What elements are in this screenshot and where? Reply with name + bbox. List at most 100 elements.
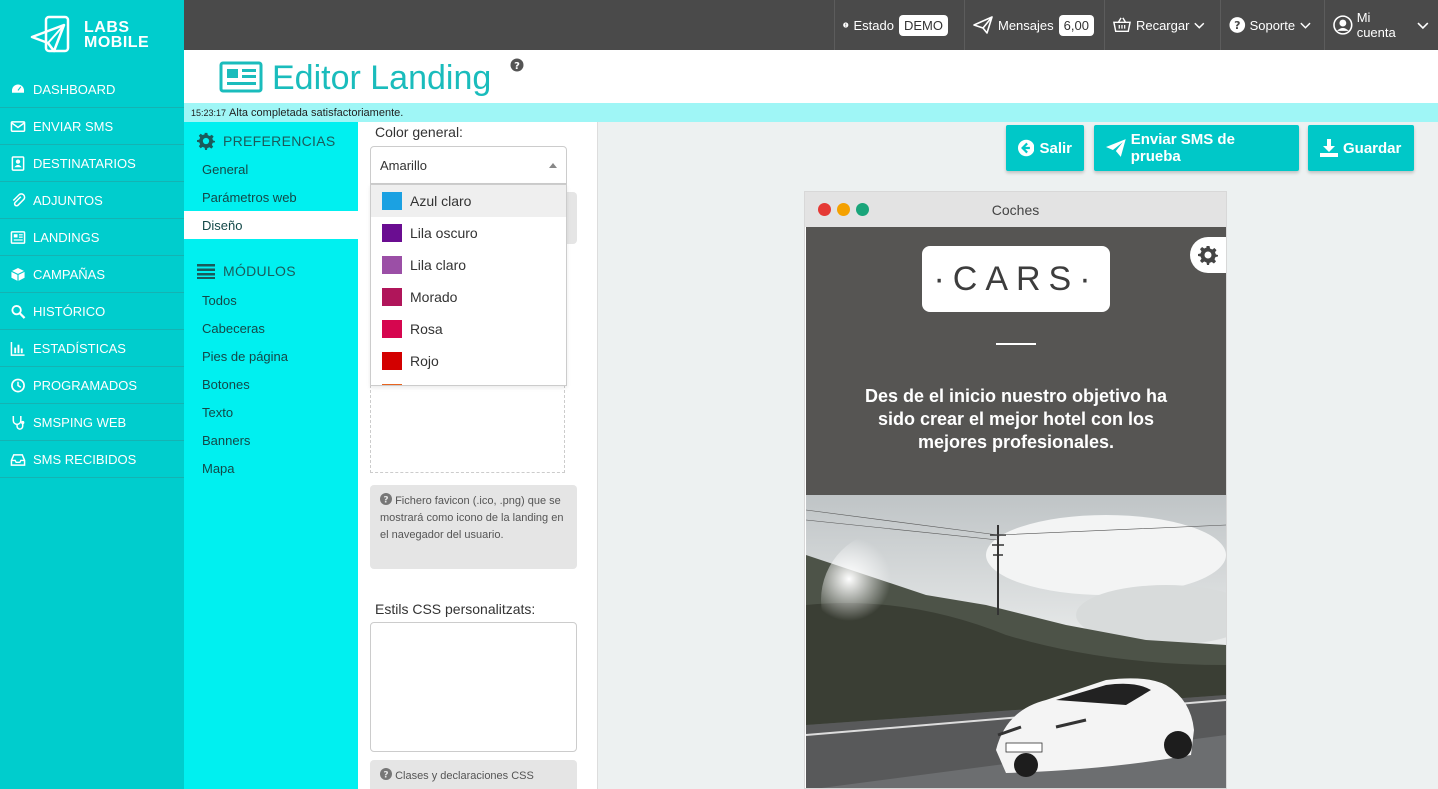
svg-text:?: ? bbox=[1234, 19, 1240, 32]
color-swatch bbox=[382, 256, 402, 274]
nav-item-estadísticas[interactable]: ESTADÍSTICAS bbox=[0, 330, 184, 367]
landing-preview: Coches ·CARS· Des de el inicio nuestro o… bbox=[804, 191, 1227, 789]
menu-item-mod-6[interactable]: Mapa bbox=[184, 454, 358, 482]
brand-line-2: MOBILE bbox=[84, 34, 150, 51]
color-general-label: Color general: bbox=[375, 124, 463, 140]
nav-item-adjuntos[interactable]: ADJUNTOS bbox=[0, 182, 184, 219]
list-icon bbox=[197, 264, 215, 279]
enviar-label: Enviar SMS de prueba bbox=[1130, 131, 1235, 165]
gear-icon bbox=[197, 132, 215, 150]
salir-button[interactable]: Salir bbox=[1006, 125, 1084, 171]
menu-item-mod-2[interactable]: Pies de página bbox=[184, 342, 358, 370]
color-option[interactable]: Rosa bbox=[371, 313, 566, 345]
svg-text:?: ? bbox=[383, 771, 388, 781]
color-option[interactable]: Lila oscuro bbox=[371, 217, 566, 249]
menu-item-mod-5[interactable]: Banners bbox=[184, 426, 358, 454]
color-option[interactable]: Azul claro bbox=[371, 185, 566, 217]
css-label: Estils CSS personalitzats: bbox=[375, 601, 536, 617]
enviar-sms-prueba-button[interactable]: Enviar SMS de prueba bbox=[1094, 125, 1299, 171]
modulos-label: MÓDULOS bbox=[223, 263, 296, 279]
color-option-label: Lila oscuro bbox=[410, 225, 478, 241]
nav-item-campañas[interactable]: CAMPAÑAS bbox=[0, 256, 184, 293]
stethoscope-icon bbox=[9, 414, 27, 430]
page-title: Editor Landing bbox=[272, 59, 492, 97]
favicon-upload-area[interactable] bbox=[370, 385, 565, 473]
color-option[interactable]: Lila claro bbox=[371, 249, 566, 281]
nav-item-label: ESTADÍSTICAS bbox=[33, 340, 126, 356]
color-option-partial[interactable] bbox=[371, 377, 566, 385]
nav-item-destinatarios[interactable]: DESTINATARIOS bbox=[0, 145, 184, 182]
css-textarea[interactable] bbox=[370, 622, 577, 752]
car-photo[interactable] bbox=[806, 495, 1226, 789]
inbox-icon bbox=[9, 451, 27, 467]
color-select-value: Amarillo bbox=[380, 157, 427, 173]
nav-item-label: ENVIAR SMS bbox=[33, 118, 114, 134]
color-option-label: Rojo bbox=[410, 353, 439, 369]
preferencias-label: PREFERENCIAS bbox=[223, 133, 336, 149]
nav-item-landings[interactable]: LANDINGS bbox=[0, 219, 184, 256]
window-close-dot bbox=[818, 203, 831, 216]
hero-text: Des de el inicio nuestro objetivo ha sid… bbox=[864, 386, 1168, 452]
envelope-icon bbox=[9, 118, 27, 134]
nav-item-histórico[interactable]: HISTÓRICO bbox=[0, 293, 184, 330]
soporte-label: Soporte bbox=[1249, 17, 1296, 33]
menu-item-mod-1[interactable]: Cabeceras bbox=[184, 314, 358, 342]
estado-menu[interactable]: Estado DEMO bbox=[834, 0, 956, 50]
dashboard-icon bbox=[9, 81, 27, 97]
css-help: ? Clases y declaraciones CSS bbox=[370, 760, 577, 789]
color-select[interactable]: Amarillo bbox=[370, 146, 567, 184]
color-swatch bbox=[382, 352, 402, 370]
guardar-button[interactable]: Guardar bbox=[1308, 125, 1414, 171]
help-circle-icon: ? bbox=[380, 768, 392, 781]
alert-circle-icon bbox=[843, 22, 849, 28]
menu-item-pref-2[interactable]: Diseño bbox=[184, 211, 358, 239]
nav-item-label: DESTINATARIOS bbox=[33, 155, 136, 171]
help-circle-icon[interactable]: ? bbox=[510, 58, 524, 72]
menu-item-mod-4[interactable]: Texto bbox=[184, 398, 358, 426]
menu-item-pref-1[interactable]: Parámetros web bbox=[184, 183, 358, 211]
contacts-icon bbox=[9, 155, 27, 171]
soporte-menu[interactable]: ? Soporte bbox=[1220, 0, 1320, 50]
nav-item-sms-recibidos[interactable]: SMS RECIBIDOS bbox=[0, 441, 184, 478]
preview-hero[interactable]: ·CARS· Des de el inicio nuestro objetivo… bbox=[806, 227, 1226, 495]
chevron-down-icon bbox=[1417, 22, 1429, 30]
chevron-down-icon bbox=[1194, 22, 1205, 29]
color-option[interactable]: Rojo bbox=[371, 345, 566, 377]
menu-item-mod-0[interactable]: Todos bbox=[184, 286, 358, 314]
module-settings-button[interactable] bbox=[1190, 237, 1226, 273]
preview-window-bar: Coches bbox=[805, 192, 1226, 227]
brand-line-1: LABS bbox=[84, 19, 130, 36]
modulos-heading: MÓDULOS bbox=[197, 263, 296, 279]
menu-item-pref-0[interactable]: General bbox=[184, 155, 358, 183]
nav-item-dashboard[interactable]: DASHBOARD bbox=[0, 71, 184, 108]
arrow-left-circle-icon bbox=[1018, 139, 1035, 157]
cuenta-menu[interactable]: Mi cuenta bbox=[1324, 0, 1438, 50]
color-option-label: Lila claro bbox=[410, 257, 467, 273]
page-header: Editor Landing ? bbox=[184, 50, 1438, 103]
window-minimize-dot bbox=[837, 203, 850, 216]
nav-item-label: DASHBOARD bbox=[33, 81, 116, 97]
topbar: Estado DEMO Mensajes 6,00 Recargar ? Sop… bbox=[184, 0, 1438, 50]
chevron-down-icon bbox=[1300, 22, 1311, 29]
gear-icon bbox=[1198, 246, 1218, 265]
caret-up-icon bbox=[549, 163, 557, 168]
search-icon bbox=[9, 303, 27, 319]
nav-item-programados[interactable]: PROGRAMADOS bbox=[0, 367, 184, 404]
menu-item-mod-3[interactable]: Botones bbox=[184, 370, 358, 398]
color-option-label: Morado bbox=[410, 289, 458, 305]
color-swatch bbox=[382, 224, 402, 242]
color-option[interactable]: Morado bbox=[371, 281, 566, 313]
nav-item-smsping-web[interactable]: SMSPING WEB bbox=[0, 404, 184, 441]
svg-text:?: ? bbox=[383, 496, 388, 506]
mensajes-menu[interactable]: Mensajes 6,00 bbox=[964, 0, 1104, 50]
user-circle-icon bbox=[1333, 15, 1353, 35]
recargar-menu[interactable]: Recargar bbox=[1104, 0, 1214, 50]
design-form: Color general: Amarillo Azul claro Lila o… bbox=[358, 122, 598, 789]
brand-logo[interactable]: LABS MOBILE bbox=[0, 0, 184, 70]
color-swatch bbox=[382, 384, 402, 385]
nav-item-enviar-sms[interactable]: ENVIAR SMS bbox=[0, 108, 184, 145]
mensajes-badge: 6,00 bbox=[1058, 14, 1094, 36]
hero-divider bbox=[996, 343, 1036, 345]
bar-chart-icon bbox=[9, 340, 27, 356]
salir-label: Salir bbox=[1039, 139, 1072, 157]
